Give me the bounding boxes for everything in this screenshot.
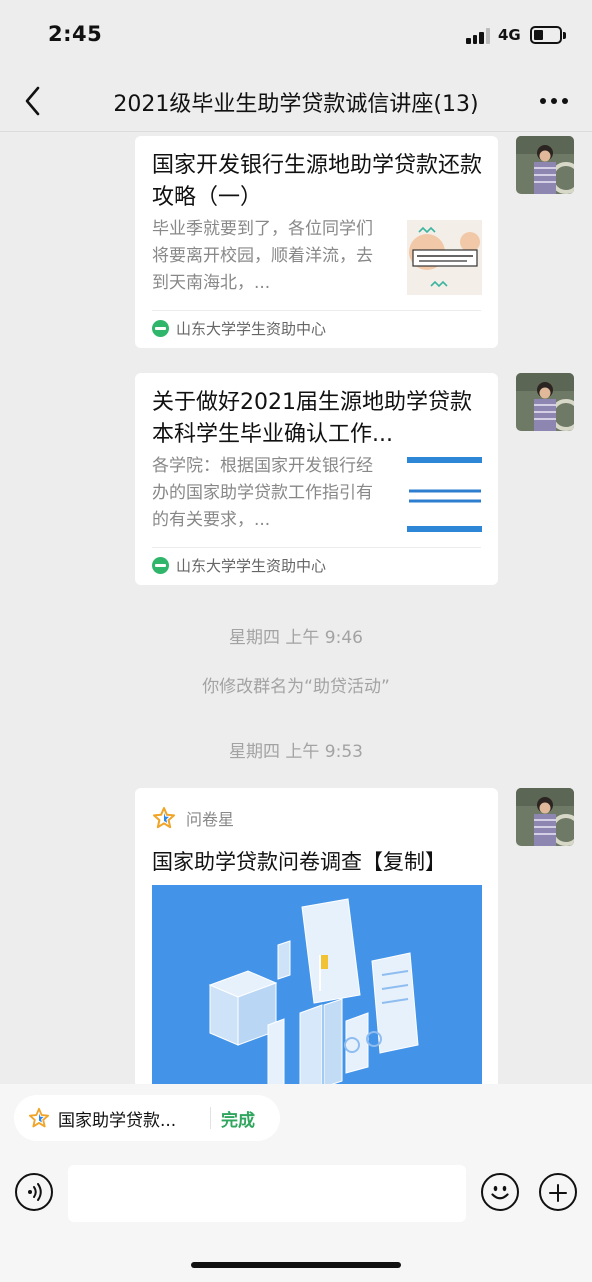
mini-program-name: 问卷星	[186, 810, 235, 829]
done-button[interactable]: 完成	[221, 1106, 255, 1131]
survey-title: 国家助学贷款问卷调查【复制】	[152, 850, 446, 874]
voice-button[interactable]	[15, 1173, 53, 1211]
chevron-left-icon	[25, 86, 40, 116]
source-name: 山东大学学生资助中心	[176, 320, 327, 338]
account-logo-icon	[152, 557, 169, 574]
star-icon	[28, 1107, 50, 1128]
article-description: 毕业季就要到了，各位同学们将要离开校园，顺着洋流，去到天南海北，...	[152, 219, 373, 293]
battery-cap	[563, 32, 566, 39]
more-dot-icon	[540, 98, 546, 104]
nav-bar: 2021级毕业生助学贷款诚信讲座(13)	[0, 70, 592, 132]
message-input[interactable]	[68, 1165, 466, 1222]
article-card[interactable]: 国家开发银行生源地助学贷款还款攻略（一） 毕业季就要到了，各位同学们将要离开校园…	[135, 136, 498, 348]
voice-icon	[28, 1183, 42, 1201]
article-source: 山东大学学生资助中心	[152, 555, 326, 576]
signal-icon	[466, 28, 492, 44]
article-card[interactable]: 关于做好2021届生源地助学贷款本科学生毕业确认工作... 各学院：根据国家开发…	[135, 373, 498, 585]
article-thumbnail	[407, 457, 482, 532]
article-thumbnail	[407, 220, 482, 295]
card-divider	[152, 547, 481, 548]
article-description: 各学院：根据国家开发银行经办的国家助学贷款工作指引有的有关要求，...	[152, 456, 373, 530]
pill-title: 国家助学贷款...	[58, 1110, 177, 1131]
mini-program-card[interactable]: 问卷星 国家助学贷款问卷调查【复制】	[135, 788, 498, 1088]
star-icon	[153, 807, 175, 829]
article-title: 国家开发银行生源地助学贷款还款攻略（一）	[152, 153, 482, 210]
message-timestamp: 星期四 上午 9:46	[229, 628, 363, 648]
survey-cover-image	[152, 885, 482, 1088]
emoji-button[interactable]	[481, 1173, 519, 1211]
user-photo	[516, 788, 574, 846]
pill-divider	[210, 1107, 211, 1129]
battery-icon	[530, 26, 562, 44]
avatar[interactable]	[516, 788, 574, 846]
article-title: 关于做好2021届生源地助学贷款本科学生毕业确认工作...	[152, 390, 472, 447]
back-button[interactable]	[14, 80, 54, 122]
chat-title: 2021级毕业生助学贷款诚信讲座(13)	[113, 92, 479, 117]
mini-program-pill[interactable]: 国家助学贷款... 完成	[14, 1095, 280, 1141]
source-name: 山东大学学生资助中心	[176, 557, 327, 575]
card-divider	[152, 310, 481, 311]
home-indicator	[191, 1262, 401, 1268]
more-functions-button[interactable]	[539, 1173, 577, 1211]
account-logo-icon	[152, 320, 169, 337]
system-notice: 你修改群名为“助贷活动”	[202, 677, 390, 697]
status-time: 2:45	[48, 22, 103, 46]
more-dot-icon	[562, 98, 568, 104]
more-button[interactable]	[532, 84, 576, 118]
article-source: 山东大学学生资助中心	[152, 318, 326, 339]
avatar[interactable]	[516, 136, 574, 194]
more-dot-icon	[551, 98, 557, 104]
status-bar: 2:45 4G	[0, 0, 592, 70]
user-photo	[516, 373, 574, 431]
network-label: 4G	[498, 26, 521, 44]
user-photo	[516, 136, 574, 194]
mini-program-header: 问卷星	[152, 806, 234, 830]
message-timestamp: 星期四 上午 9:53	[229, 742, 363, 762]
smiley-icon	[491, 1185, 509, 1200]
avatar[interactable]	[516, 373, 574, 431]
